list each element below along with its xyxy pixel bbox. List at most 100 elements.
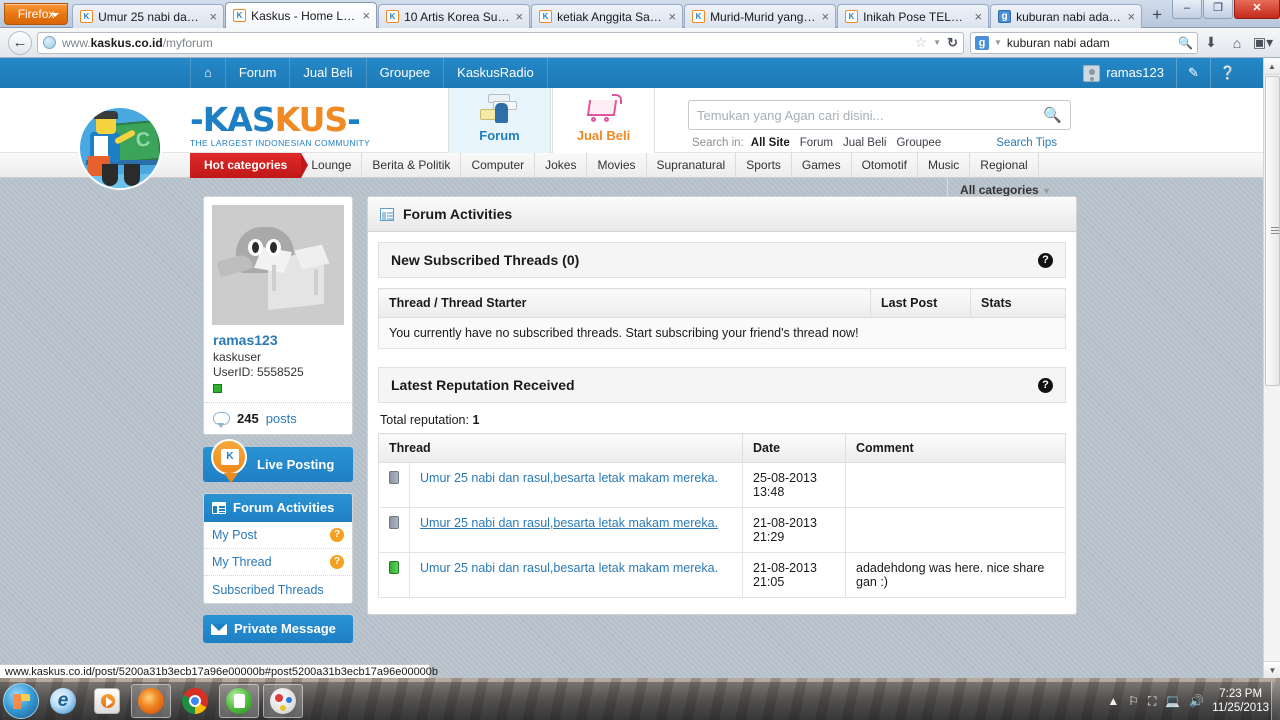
profile-posts-row: 245 posts — [204, 402, 352, 434]
thread-link[interactable]: Umur 25 nabi dan rasul,besarta letak mak… — [420, 516, 718, 530]
search-scope-groupee[interactable]: Groupee — [896, 137, 941, 149]
nav-item-forum[interactable]: Forum — [226, 58, 291, 88]
category-music[interactable]: Music — [918, 153, 971, 178]
thread-link[interactable]: Umur 25 nabi dan rasul,besarta letak mak… — [420, 471, 718, 485]
search-icon[interactable]: 🔍 — [1178, 36, 1193, 50]
category-movies[interactable]: Movies — [587, 153, 647, 178]
tab-close-icon[interactable]: × — [515, 10, 523, 23]
address-bar[interactable]: www.kaskus.co.id/myforum ☆ ▼ ↻ — [37, 31, 964, 54]
scroll-up-arrow-icon[interactable]: ▲ — [1264, 58, 1280, 75]
user-menu-button[interactable]: ramas123 — [1077, 58, 1177, 88]
battery-icon[interactable]: ⛶ — [1148, 694, 1156, 709]
tab-close-icon[interactable]: × — [1127, 10, 1135, 23]
browser-nav-bar: ← www.kaskus.co.id/myforum ☆ ▼ ↻ g ▼ kub… — [0, 28, 1280, 58]
site-search-input[interactable]: Temukan yang Agan cari disini... 🔍 — [688, 100, 1071, 130]
category-games[interactable]: Games — [792, 153, 852, 178]
volume-icon[interactable]: 🔊 — [1189, 694, 1204, 708]
comment-bubble-icon — [213, 412, 230, 428]
network-icon[interactable]: 💻 — [1165, 694, 1180, 708]
taskbar-item-firefox[interactable] — [131, 684, 171, 718]
page-scrollbar[interactable]: ▲ ▼ — [1263, 58, 1280, 678]
sidebar-item-my-post[interactable]: My Post ? — [204, 522, 352, 549]
tab-close-icon[interactable]: × — [974, 10, 982, 23]
taskbar-item-paint[interactable] — [263, 684, 303, 718]
tab-close-icon[interactable]: × — [821, 10, 829, 23]
chevron-down-icon[interactable]: ▼ — [933, 38, 941, 47]
tab-title: Umur 25 nabi dan ra... — [98, 9, 204, 24]
category-computer[interactable]: Computer — [461, 153, 536, 178]
tab-title: kuburan nabi adam ... — [1016, 9, 1123, 24]
browser-tab[interactable]: K ketiak Anggita Sari (... × — [531, 4, 684, 28]
back-arrow-icon[interactable]: ← — [8, 30, 32, 55]
category-lounge[interactable]: Lounge — [301, 153, 363, 178]
taskbar-item-media-player[interactable] — [87, 684, 127, 718]
home-icon[interactable]: ⌂ — [1224, 35, 1250, 51]
category-otomotif[interactable]: Otomotif — [852, 153, 918, 178]
maximize-button[interactable]: ❐ — [1203, 0, 1233, 19]
tab-close-icon[interactable]: × — [209, 10, 217, 23]
search-tips-link[interactable]: Search Tips — [996, 137, 1057, 149]
start-button[interactable] — [3, 683, 39, 719]
browser-tab[interactable]: g kuburan nabi adam ... × — [990, 4, 1143, 28]
new-tab-button[interactable]: + — [1143, 5, 1171, 27]
nav-item-groupee[interactable]: Groupee — [367, 58, 445, 88]
category-jokes[interactable]: Jokes — [535, 153, 588, 178]
kaskus-logo[interactable]: -KASKUS- THE LARGEST INDONESIAN COMMUNIT… — [190, 100, 370, 148]
scrollbar-thumb[interactable] — [1265, 76, 1280, 386]
reload-icon[interactable]: ↻ — [947, 35, 958, 51]
nav-item-kaskusradio[interactable]: KaskusRadio — [444, 58, 548, 88]
bookmark-star-icon[interactable]: ☆ — [915, 34, 928, 51]
show-desktop-button[interactable] — [1271, 682, 1280, 720]
header-tab-forum[interactable]: Forum — [448, 88, 551, 153]
browser-tab-active[interactable]: K Kaskus - Home Login × — [225, 2, 378, 28]
edit-pencil-icon[interactable]: ✎ — [1177, 58, 1211, 88]
live-posting-button[interactable]: K Live Posting — [203, 439, 353, 483]
hot-categories-button[interactable]: Hot categories — [190, 153, 309, 178]
taskbar-item-green-app[interactable] — [219, 684, 259, 718]
browser-tab[interactable]: K 10 Artis Korea Super... × — [378, 4, 531, 28]
search-scope-jualbeli[interactable]: Jual Beli — [843, 137, 886, 149]
browser-tab[interactable]: K Umur 25 nabi dan ra... × — [72, 4, 225, 28]
tab-title: Inikah Pose TELANJ... — [863, 9, 969, 24]
logo-wordmark: -KASKUS- — [190, 100, 361, 139]
header-tab-jualbeli[interactable]: Jual Beli — [552, 88, 655, 153]
help-icon[interactable]: ❔ — [1211, 58, 1245, 88]
tab-title: Murid-Murid yang ... — [710, 9, 817, 24]
category-berita-politik[interactable]: Berita & Politik — [362, 153, 462, 178]
help-icon[interactable]: ? — [330, 528, 344, 542]
search-icon[interactable]: 🔍 — [1043, 106, 1062, 124]
minimize-button[interactable]: – — [1172, 0, 1202, 19]
bookmarks-icon[interactable]: ▣▾ — [1250, 34, 1276, 51]
sidebar-item-subscribed-threads[interactable]: Subscribed Threads — [204, 576, 352, 603]
chevron-down-icon[interactable]: ▼ — [994, 38, 1002, 47]
category-sports[interactable]: Sports — [736, 153, 792, 178]
taskbar-item-chrome[interactable] — [175, 684, 215, 718]
private-message-button[interactable]: Private Message — [203, 615, 353, 643]
help-icon[interactable]: ? — [1038, 252, 1053, 268]
nav-home-icon[interactable]: ⌂ — [190, 58, 226, 88]
category-supranatural[interactable]: Supranatural — [647, 153, 737, 178]
tab-close-icon[interactable]: × — [668, 10, 676, 23]
flag-action-center-icon[interactable]: ⚐ — [1128, 694, 1139, 708]
help-icon[interactable]: ? — [1038, 377, 1053, 393]
browser-tab[interactable]: K Murid-Murid yang ... × — [684, 4, 837, 28]
sidebar-item-my-thread[interactable]: My Thread ? — [204, 549, 352, 576]
forum-icon — [478, 94, 522, 126]
download-icon[interactable]: ⬇ — [1198, 34, 1224, 51]
browser-tab[interactable]: K Inikah Pose TELANJ... × — [837, 4, 990, 28]
search-scope-all-site[interactable]: All Site — [751, 137, 790, 149]
taskbar-item-internet-explorer[interactable] — [43, 684, 83, 718]
taskbar-clock[interactable]: 7:23 PM 11/25/2013 — [1212, 687, 1277, 715]
show-hidden-icons-arrow-icon[interactable]: ▲ — [1107, 694, 1119, 708]
thread-link[interactable]: Umur 25 nabi dan rasul,besarta letak mak… — [420, 561, 718, 575]
nav-item-jualbeli[interactable]: Jual Beli — [290, 58, 367, 88]
scroll-down-arrow-icon[interactable]: ▼ — [1264, 661, 1280, 678]
help-icon[interactable]: ? — [330, 555, 344, 569]
firefox-menu-button[interactable]: Firefox — [4, 3, 69, 25]
profile-username[interactable]: ramas123 — [213, 332, 343, 348]
close-button[interactable]: ✕ — [1234, 0, 1280, 19]
category-regional[interactable]: Regional — [970, 153, 1039, 178]
search-scope-forum[interactable]: Forum — [800, 137, 833, 149]
browser-search-bar[interactable]: g ▼ kuburan nabi adam 🔍 — [970, 31, 1198, 54]
tab-close-icon[interactable]: × — [362, 9, 370, 22]
